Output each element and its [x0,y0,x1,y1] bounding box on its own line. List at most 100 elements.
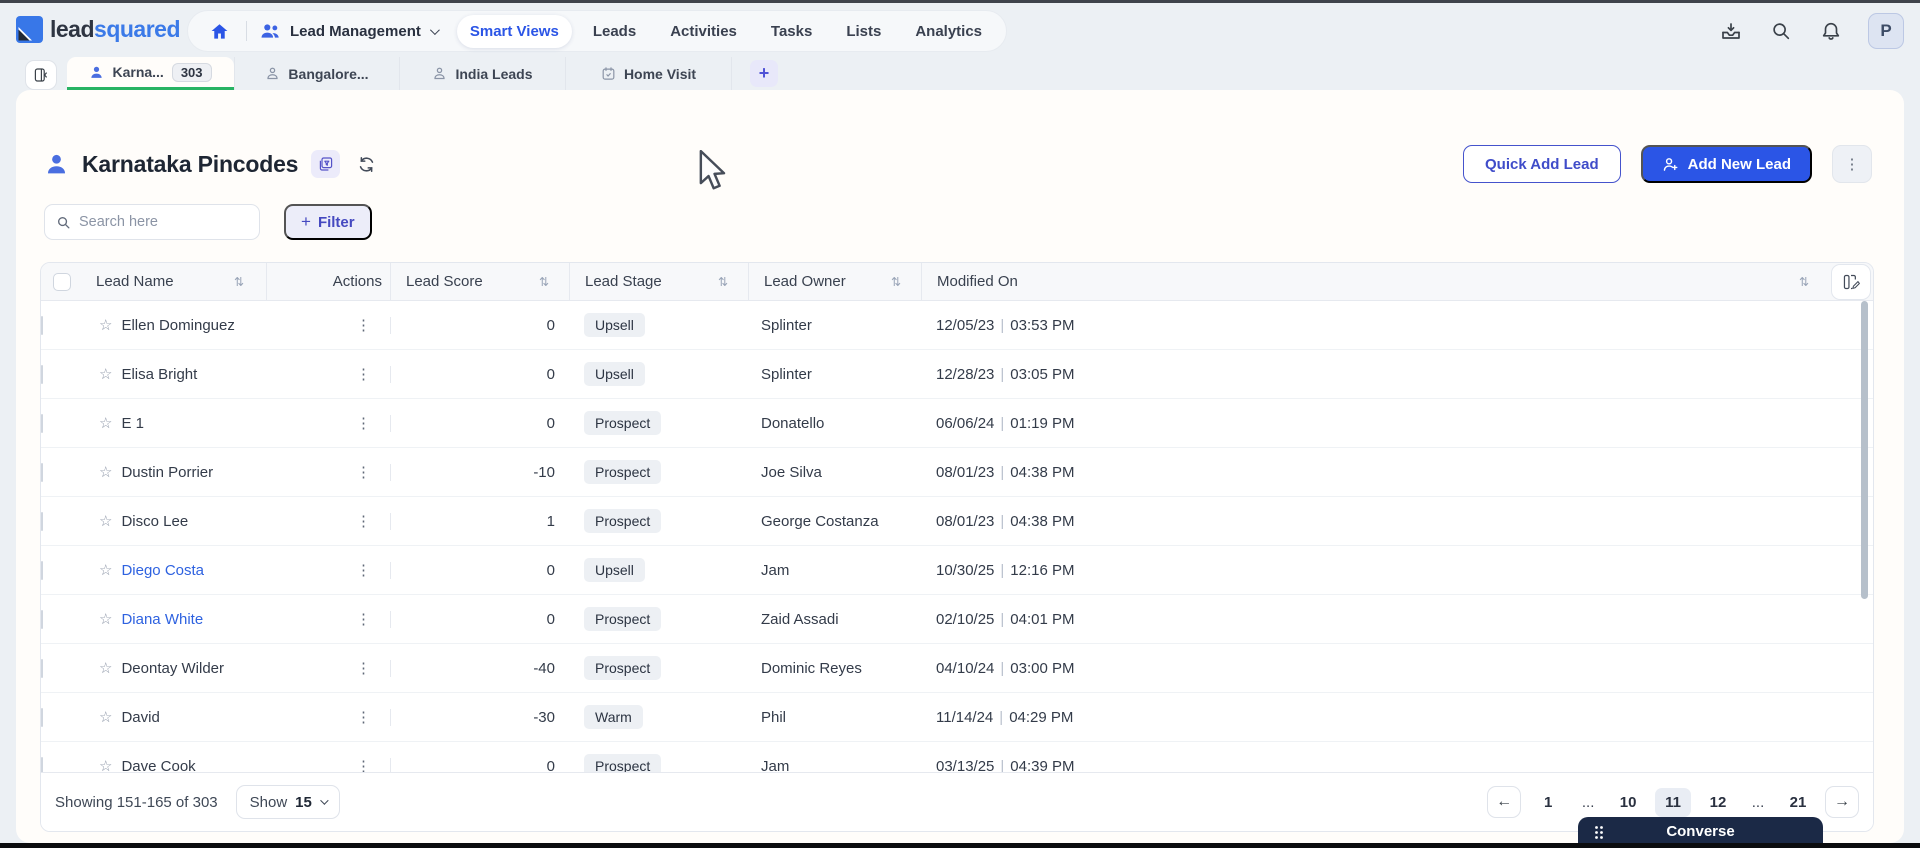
star-icon[interactable]: ☆ [99,512,112,530]
row-checkbox[interactable] [41,560,43,580]
lead-name-link[interactable]: Deontay Wilder [121,660,224,677]
page-number[interactable]: 10 [1615,788,1641,817]
table-row[interactable]: ☆ Ellen Dominguez ⋮ 0 Upsell Splinter 12… [41,301,1873,350]
table-row[interactable]: ☆ Diego Costa ⋮ 0 Upsell Jam 10/30/25 | 12… [41,546,1873,595]
nav-item-smart-views[interactable]: Smart Views [456,14,572,48]
table-row[interactable]: ☆ Diana White ⋮ 0 Prospect Zaid Assadi 0… [41,595,1873,644]
nav-item-leads[interactable]: Leads [580,15,649,48]
column-lead-stage[interactable]: Lead Stage ⇅ [569,263,748,300]
lead-name-link[interactable]: Dustin Porrier [121,464,213,481]
user-avatar[interactable]: P [1868,13,1904,49]
lead-name-link[interactable]: E 1 [121,415,144,432]
tab-karnataka-pincodes[interactable]: Karna... 303 [67,57,234,90]
row-checkbox[interactable] [41,462,43,482]
search-input[interactable] [79,214,239,230]
row-checkbox[interactable] [41,315,43,335]
users-icon [261,24,279,38]
nav-item-lists[interactable]: Lists [833,15,894,48]
star-icon[interactable]: ☆ [99,414,112,432]
lead-stage-badge: Prospect [584,607,662,631]
page-number[interactable]: 12 [1705,788,1731,817]
column-modified-on[interactable]: Modified On ⇅ [921,263,1873,300]
more-options-button[interactable]: ⋮ [1832,145,1872,183]
row-checkbox[interactable] [41,511,43,531]
column-settings-button[interactable] [1831,264,1871,300]
tab-home-visit[interactable]: Home Visit [566,57,732,90]
separator: | [1000,316,1005,334]
row-checkbox[interactable] [41,364,43,384]
workspace-label: Lead Management [290,22,421,40]
select-all-checkbox[interactable] [53,272,71,291]
row-checkbox[interactable] [41,707,43,727]
add-tab-button[interactable]: + [750,60,778,87]
lead-name-link[interactable]: Diana White [121,611,203,628]
row-checkbox[interactable] [41,609,43,629]
topbar-right-icons: P [1718,13,1904,49]
star-icon[interactable]: ☆ [99,708,112,726]
column-lead-name[interactable]: Lead Name ⇅ [83,263,266,300]
tab-india-leads[interactable]: India Leads [400,57,566,90]
lead-name-link[interactable]: David [121,709,159,726]
inbox-import-icon[interactable] [1718,18,1744,44]
filter-button[interactable]: + Filter [284,204,372,240]
tab-bangalore[interactable]: Bangalore... [234,57,400,90]
separator: | [1000,610,1005,628]
star-icon[interactable]: ☆ [99,365,112,383]
sidebar-toggle-button[interactable] [25,60,57,90]
page-number[interactable]: 21 [1785,788,1811,817]
row-actions-menu-icon[interactable]: ⋮ [356,610,372,628]
table-row[interactable]: ☆ Elisa Bright ⋮ 0 Upsell Splinter 12/28… [41,350,1873,399]
page-number[interactable]: 11 [1655,787,1691,817]
sort-icon[interactable]: ⇅ [718,275,728,289]
page-size-dropdown[interactable]: Show 15 [235,785,340,819]
star-icon[interactable]: ☆ [99,610,112,628]
add-new-lead-button[interactable]: Add New Lead [1640,145,1812,183]
row-actions-menu-icon[interactable]: ⋮ [356,659,372,677]
lead-name-link[interactable]: Ellen Dominguez [121,317,234,334]
star-icon[interactable]: ☆ [99,659,112,677]
row-actions-menu-icon[interactable]: ⋮ [356,561,372,579]
table-row[interactable]: ☆ Deontay Wilder ⋮ -40 Prospect Dominic … [41,644,1873,693]
table-row[interactable]: ☆ E 1 ⋮ 0 Prospect Donatello 06/06/24 | 01… [41,399,1873,448]
table-scrollbar[interactable] [1861,301,1868,599]
nav-item-tasks[interactable]: Tasks [758,15,825,48]
star-icon[interactable]: ☆ [99,463,112,481]
previous-page-button[interactable]: ← [1487,786,1522,818]
lead-name-link[interactable]: Elisa Bright [121,366,197,383]
workspace-switcher[interactable]: Lead Management [259,22,451,40]
view-settings-icon[interactable] [311,150,341,178]
sort-icon[interactable]: ⇅ [1799,275,1809,289]
nav-item-analytics[interactable]: Analytics [902,15,995,48]
separator: | [1000,512,1005,530]
row-checkbox[interactable] [41,413,43,433]
column-lead-score[interactable]: Lead Score ⇅ [390,263,569,300]
nav-item-activities[interactable]: Activities [657,15,750,48]
notifications-bell-icon[interactable] [1818,18,1844,44]
home-icon[interactable] [204,16,234,46]
row-actions-menu-icon[interactable]: ⋮ [356,463,372,481]
quick-add-lead-button[interactable]: Quick Add Lead [1463,145,1621,183]
sort-icon[interactable]: ⇅ [891,275,901,289]
row-actions-menu-icon[interactable]: ⋮ [356,512,372,530]
lead-name-link[interactable]: Diego Costa [121,562,204,579]
column-lead-owner[interactable]: Lead Owner ⇅ [748,263,921,300]
page-number[interactable]: 1 [1535,788,1561,817]
leadsquared-logo[interactable]: leadsquared [16,16,181,43]
search-icon[interactable] [1768,18,1794,44]
row-actions-menu-icon[interactable]: ⋮ [356,708,372,726]
next-page-button[interactable]: → [1825,786,1859,818]
modified-on-value: 08/01/23 | 04:38 PM [936,463,1075,481]
star-icon[interactable]: ☆ [99,316,112,334]
table-row[interactable]: ☆ Disco Lee ⋮ 1 Prospect George Costanza… [41,497,1873,546]
refresh-icon[interactable] [353,151,379,177]
star-icon[interactable]: ☆ [99,561,112,579]
row-checkbox[interactable] [41,658,43,678]
sort-icon[interactable]: ⇅ [539,275,549,289]
table-row[interactable]: ☆ Dustin Porrier ⋮ -10 Prospect Joe Silv… [41,448,1873,497]
sort-icon[interactable]: ⇅ [234,275,244,289]
row-actions-menu-icon[interactable]: ⋮ [356,365,372,383]
table-row[interactable]: ☆ David ⋮ -30 Warm Phil 11/14/24 | 04:29 P… [41,693,1873,742]
row-actions-menu-icon[interactable]: ⋮ [356,316,372,334]
row-actions-menu-icon[interactable]: ⋮ [356,414,372,432]
lead-name-link[interactable]: Disco Lee [121,513,188,530]
